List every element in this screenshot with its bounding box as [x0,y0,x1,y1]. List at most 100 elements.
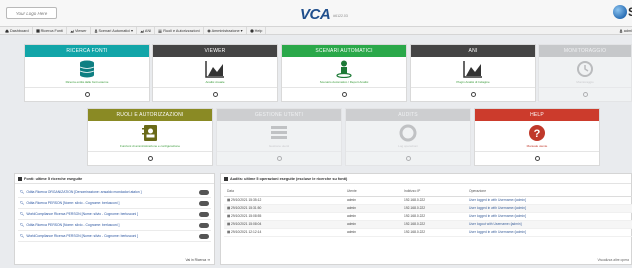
menu-scenari-label: Scenari Automatici ▾ [98,29,133,33]
audit-date-text: 29/10/2021 15:08:55 [231,214,262,218]
tile-audits-title: AUDITS [346,109,470,121]
audit-user: admin [344,228,401,237]
tile-ani-subtitle: Plugin Analisi di Indagine [456,80,490,84]
chart-icon [140,29,144,33]
search-icon: 🔍︎ [20,212,25,216]
audit-ip: 192.168.0.222 [401,204,466,213]
tile-ani-indicator [470,92,476,97]
go-to-search-link[interactable]: Vai in Ricerca ➜ [185,258,210,262]
tile-audits-indicator [405,156,411,161]
run-button[interactable] [199,189,209,195]
question-icon: ? [529,125,545,141]
tile-ani[interactable]: ANI Plugin Analisi di Indagine [410,44,536,102]
menu-amministrazione[interactable]: Amministrazione ▾ [204,27,247,34]
audit-date: ▦ 29/10/2021 15:08:04 [224,220,344,229]
source-item[interactable]: 🔍︎ Odita Ricerca PERSON [Nome: silvio - C… [18,220,211,231]
database-icon [79,60,95,78]
history-icon [577,61,593,77]
tile-ricerca-fonti-indicator [84,92,90,97]
chart-icon [70,29,74,33]
search-icon: 🔍︎ [20,201,25,205]
source-item-label: WorldCompliance Ricerca PERSON [Nome: si… [26,234,138,238]
run-button[interactable] [199,200,209,206]
sources-panel: Fonti: ultime 5 ricerche eseguite 🔍︎ Odit… [14,173,215,265]
tile-scenari-automatici[interactable]: SCENARI AUTOMATICI Scenario Automatico /… [281,44,407,102]
source-item[interactable]: 🔍︎ WorldCompliance Ricerca PERSON [Nome: … [18,209,211,220]
user-menu-label: admi [623,29,632,33]
menu-ruoli-label: Ruoli e Autorizzazioni [163,28,200,33]
tile-audits-subtitle: Log operazioni [398,144,418,148]
tile-ruoli-autorizzazioni[interactable]: RUOLI E AUTORIZZAZIONI Funzioni di ammin… [87,108,213,166]
col-ip: Indirizzo IP [401,186,466,197]
run-button[interactable] [199,222,209,228]
audit-user: admin [344,196,401,205]
list-icon [158,29,162,33]
audit-row: ▦ 29/10/2021 15:08:55 admin 192.168.0.22… [224,212,632,221]
menu-dashboard[interactable]: Dashboard [2,27,33,34]
tile-viewer-indicator [212,92,218,97]
audit-date: ▦ 29/10/2021 15:08:55 [224,212,344,221]
brand-version: #6122.03 [333,14,348,18]
audit-row: ▦ 29/10/2021 15:35:12 admin 192.168.0.22… [224,196,632,205]
sources-panel-title: Fonti: ultime 5 ricerche eseguite [15,174,214,184]
audit-user: admin [344,212,401,221]
tile-ricerca-fonti[interactable]: RICERCA FONTI Ricerca entità dalle fonti… [24,44,150,102]
arrow-circle-icon: ➜ [207,258,210,262]
grid-icon [18,176,22,181]
tile-gestione-indicator [276,156,282,161]
audit-row: ▦ 29/10/2021 12:12:14 admin 192.168.0.22… [224,228,632,237]
audit-ip: 192.168.0.222 [401,196,466,205]
user-icon [94,28,97,33]
view-more-operations-link[interactable]: Visualizza altre opera [598,258,629,262]
source-item-label: Odita Ricerca PERSON [Nome: silvio - Cog… [26,201,120,205]
audit-header-row: Data Utente Indirizzo IP Operazione [224,186,632,197]
tile-scenari-indicator [341,92,347,97]
tile-audits: AUDITS Log operazioni [345,108,471,166]
tile-help[interactable]: HELP ? Manuale utente [474,108,600,166]
audit-date: ▦ 29/10/2021 15:31:50 [224,204,344,213]
audit-panel: Audits: ultime 5 operazioni eseguite (es… [220,173,632,265]
menu-amministrazione-label: Amministrazione ▾ [211,29,243,33]
audit-table: Data Utente Indirizzo IP Operazione ▦ 29… [224,186,632,237]
tile-ruoli-title: RUOLI E AUTORIZZAZIONI [88,109,212,121]
gear-icon [207,29,210,32]
tile-monitoraggio: MONITORAGGIO Monitoraggio [538,44,632,102]
source-item-label: Odita Ricerca PERSON [Nome: silvio - Cog… [26,223,120,227]
user-icon [619,29,622,33]
menu-help[interactable]: Help [247,27,267,34]
user-initial[interactable]: S [628,5,632,19]
audit-date-text: 29/10/2021 15:08:04 [231,222,262,226]
logo-placeholder: Your Logo Here [6,7,57,19]
audit-ip: 192.168.0.222 [401,212,466,221]
contact-book-icon [142,125,157,141]
menu-ruoli[interactable]: Ruoli e Autorizzazioni [155,27,204,34]
brand: VCA #6122.03 [300,4,348,22]
run-button[interactable] [199,233,209,239]
tile-ricerca-fonti-subtitle: Ricerca entità dalle fonti esterne [65,80,109,84]
audit-date: ▦ 29/10/2021 12:12:14 [224,228,344,237]
menu-ricerca-fonti[interactable]: Ricerca Fonti [33,27,67,34]
search-icon: 🔍︎ [20,190,25,194]
search-icon: 🔍︎ [20,234,25,238]
menu-viewer[interactable]: Viewer [67,27,91,34]
help-icon [249,28,254,33]
menu-ricerca-fonti-label: Ricerca Fonti [40,28,63,33]
run-button[interactable] [199,211,209,217]
globe-icon [613,5,627,19]
source-item[interactable]: 🔍︎ WorldCompliance Ricerca PERSON [Nome: … [18,231,211,242]
tile-ricerca-fonti-title: RICERCA FONTI [25,45,149,57]
menu-viewer-label: Viewer [74,28,87,33]
tile-gestione-utenti: GESTIONE UTENTI Gestione utenti [216,108,342,166]
col-data: Data [224,186,344,197]
tile-viewer[interactable]: VIEWER Analisi visuale [152,44,278,102]
audit-operation: User logged in with Username=[admin] [466,196,632,205]
user-menu[interactable]: admi [619,27,632,35]
source-item[interactable]: 🔍︎ Odita Ricerca PERSON [Nome: silvio - C… [18,198,211,209]
menu-ani[interactable]: ANI [137,27,156,34]
menu-help-label: Help [254,28,263,33]
audit-panel-title: Audits: ultime 5 operazioni eseguite (es… [221,174,631,184]
menu-scenari[interactable]: Scenari Automatici ▾ [91,27,137,34]
person-pin-icon [336,60,352,78]
source-item[interactable]: 🔍︎ Odita Ricerca ORGANIZATION [Denominazi… [18,187,211,198]
tile-help-subtitle: Manuale utente [526,144,548,148]
